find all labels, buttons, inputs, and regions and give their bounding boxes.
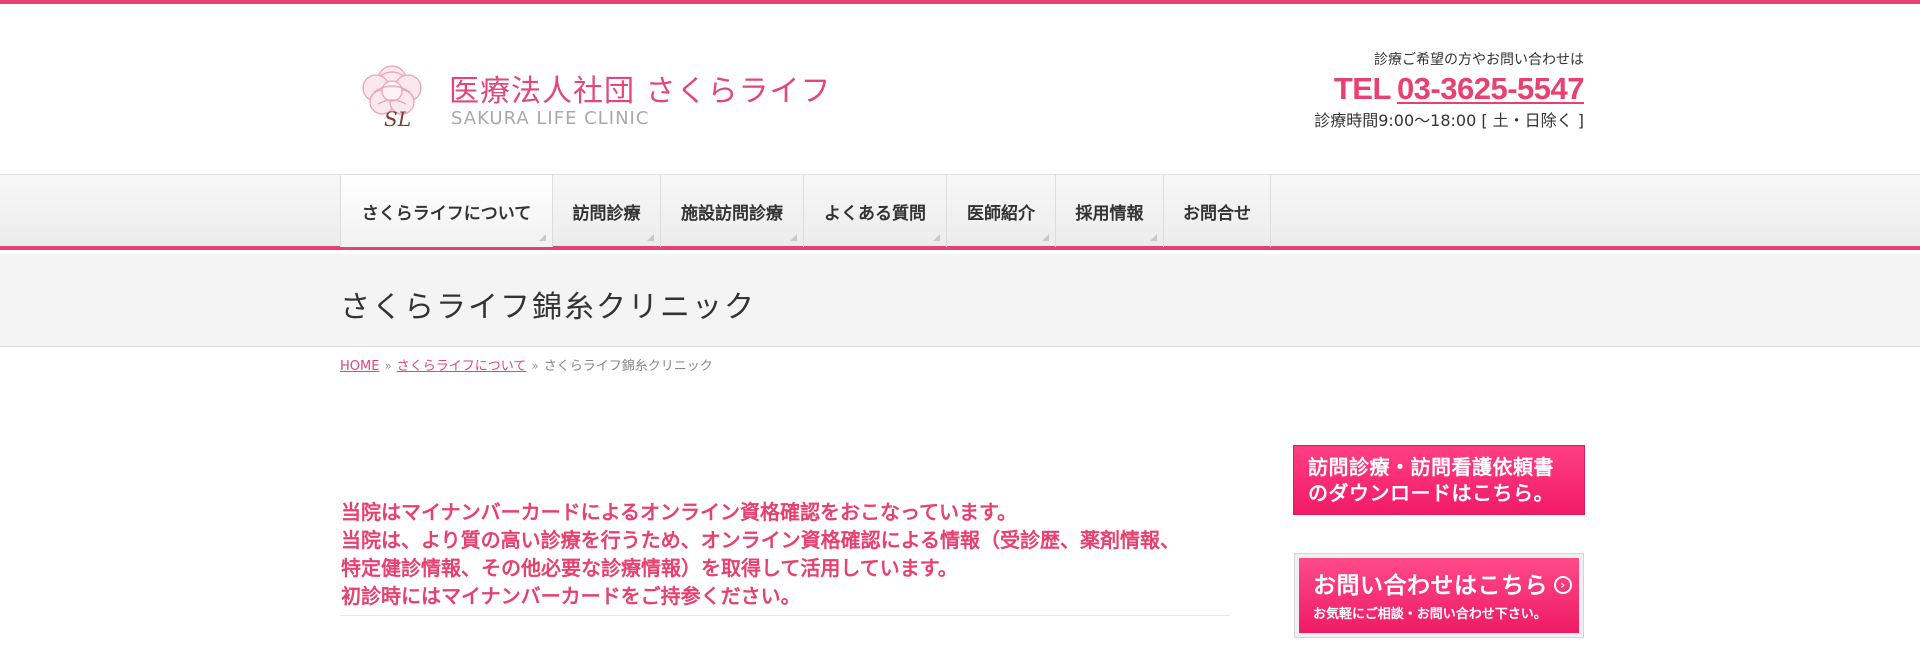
nav-item-label: 施設訪問診療	[681, 203, 783, 224]
submenu-corner-icon	[933, 234, 940, 241]
nav-item-contact[interactable]: お問合せ	[1163, 175, 1271, 247]
top-accent-line	[0, 0, 1920, 4]
nav-item-doctors[interactable]: 医師紹介	[946, 175, 1055, 247]
breadcrumb: HOME » さくらライフについて » さくらライフ錦糸クリニック	[340, 355, 713, 374]
submenu-corner-icon	[790, 234, 797, 241]
notice-line: 当院はマイナンバーカードによるオンライン資格確認をおこなっています。	[341, 500, 1017, 524]
submenu-corner-icon	[539, 234, 546, 241]
brand-subtitle: SAKURA LIFE CLINIC	[451, 108, 650, 129]
contact-lead: 診療ご希望の方やお問い合わせは	[1374, 52, 1584, 68]
nav-item-facility-visit[interactable]: 施設訪問診療	[660, 175, 803, 247]
nav-item-label: 医師紹介	[967, 203, 1035, 224]
breadcrumb-home-link[interactable]: HOME	[340, 359, 379, 374]
contact-banner-subtext: お気軽にご相談・お問い合わせ下さい。	[1313, 607, 1547, 622]
contact-banner-title: お問い合わせはこちら ›	[1313, 572, 1579, 600]
main-navigation-bar: さくらライフについて 訪問診療 施設訪問診療 よくある質問 医師紹介 採用情報 …	[0, 174, 1920, 250]
nav-item-label: さくらライフについて	[361, 203, 532, 224]
sakura-flower-logo-icon[interactable]: SL	[356, 58, 428, 134]
notice-line: 初診時にはマイナンバーカードをご持参ください。	[341, 584, 801, 608]
nav-item-home-visit[interactable]: 訪問診療	[552, 175, 660, 247]
breadcrumb-separator: »	[384, 359, 392, 373]
chevron-right-circle-icon: ›	[1554, 575, 1572, 594]
content-divider	[340, 615, 1230, 616]
nav-item-label: よくある質問	[824, 203, 926, 224]
breadcrumb-current: さくらライフ錦糸クリニック	[543, 359, 713, 374]
submenu-corner-icon	[1150, 234, 1157, 241]
download-request-form-banner[interactable]: 訪問診療・訪問看護依頼書 のダウンロードはこちら。	[1294, 446, 1584, 514]
contact-banner-inner: お問い合わせはこちら › お気軽にご相談・お問い合わせ下さい。	[1299, 558, 1579, 633]
nav-item-label: 訪問診療	[572, 203, 641, 224]
page-title: さくらライフ錦糸クリニック	[340, 290, 756, 325]
main-navigation: さくらライフについて 訪問診療 施設訪問診療 よくある質問 医師紹介 採用情報 …	[340, 175, 1271, 247]
submenu-corner-icon	[647, 234, 654, 241]
breadcrumb-parent-link[interactable]: さくらライフについて	[397, 359, 527, 374]
brand-name[interactable]: 医療法人社団 さくらライフ	[449, 66, 832, 110]
phone-link[interactable]: TEL 03-3625-5547	[1314, 70, 1585, 108]
clinic-hours: 診療時間9:00〜18:00 [ 土・日除く ]	[1314, 111, 1584, 130]
contact-banner-label: お問い合わせはこちら	[1313, 573, 1548, 599]
tel-number[interactable]: 03-3625-5547	[1397, 71, 1585, 106]
contact-block: 診療ご希望の方やお問い合わせは TEL 03-3625-5547 診療時間9:00…	[1314, 50, 1584, 132]
nav-item-label: 採用情報	[1075, 203, 1144, 224]
nav-item-recruit[interactable]: 採用情報	[1055, 175, 1163, 247]
notice-line: 特定健診情報、その他必要な診療情報）を取得して活用しています。	[341, 556, 958, 580]
logo-monogram: SL	[384, 107, 411, 131]
notice-line: 当院は、より質の高い診療を行うため、オンライン資格確認による情報（受診歴、薬剤情…	[341, 528, 1180, 552]
banner-line: のダウンロードはこちら。	[1308, 481, 1554, 505]
contact-banner[interactable]: お問い合わせはこちら › お気軽にご相談・お問い合わせ下さい。	[1294, 553, 1584, 638]
online-qualification-notice: 当院はマイナンバーカードによるオンライン資格確認をおこなっています。 当院は、よ…	[341, 498, 1231, 610]
banner-line: 訪問診療・訪問看護依頼書	[1308, 455, 1554, 479]
page-title-band: さくらライフ錦糸クリニック	[0, 254, 1920, 347]
submenu-corner-icon	[1042, 234, 1049, 241]
breadcrumb-separator: »	[531, 359, 539, 373]
nav-item-about[interactable]: さくらライフについて	[340, 175, 552, 247]
nav-item-label: お問合せ	[1183, 203, 1251, 224]
tel-prefix: TEL	[1333, 71, 1392, 106]
nav-item-faq[interactable]: よくある質問	[803, 175, 946, 247]
